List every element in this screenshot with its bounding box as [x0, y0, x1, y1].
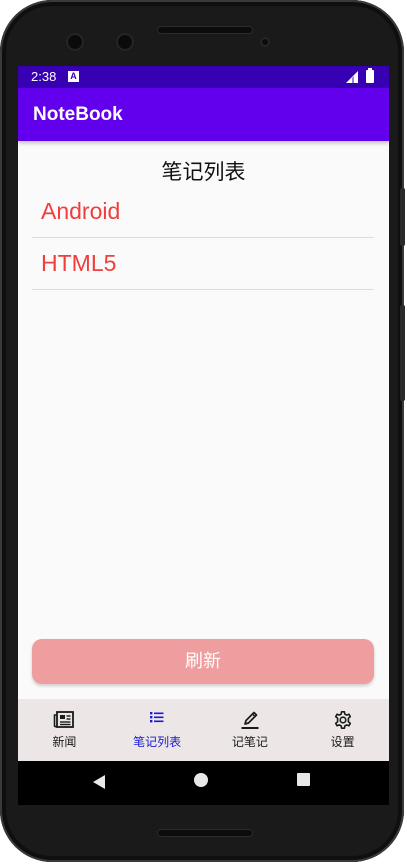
nav-item-settings[interactable]: 设置: [296, 699, 389, 761]
app-screen: 2:38 A NoteBook 笔记列表 Android HTML5 刷新 新闻…: [18, 66, 389, 786]
volume-button: [400, 305, 405, 401]
nav-label: 新闻: [52, 735, 77, 749]
earpiece-speaker: [157, 26, 253, 34]
pen-icon: [241, 711, 259, 729]
gear-icon: [334, 711, 351, 729]
signal-icon: [346, 71, 358, 83]
proximity-sensor-icon: [260, 37, 270, 47]
phone-frame: 2:38 A NoteBook 笔记列表 Android HTML5 刷新 新闻…: [0, 0, 405, 862]
system-navigation-bar: [18, 761, 389, 805]
newspaper-icon: [54, 711, 75, 728]
nav-item-note-list[interactable]: 笔记列表: [111, 699, 204, 761]
page-title: 笔记列表: [161, 160, 246, 184]
nav-label: 记笔记: [231, 735, 268, 749]
app-title: NoteBook: [33, 104, 123, 125]
nav-item-news[interactable]: 新闻: [18, 699, 111, 761]
front-camera-icon: [66, 33, 84, 51]
front-sensor-icon: [116, 33, 134, 51]
list-icon: [150, 712, 164, 723]
back-icon[interactable]: [93, 775, 105, 789]
home-icon[interactable]: [194, 773, 208, 787]
notification-icon: A: [68, 71, 79, 82]
note-title: Android: [41, 198, 121, 224]
refresh-button[interactable]: 刷新: [32, 639, 374, 684]
power-button: [400, 188, 405, 246]
app-bar: NoteBook: [18, 88, 389, 141]
status-time: 2:38: [31, 69, 57, 84]
note-list-item[interactable]: HTML5: [32, 238, 374, 290]
note-title: HTML5: [41, 250, 117, 276]
note-list-item[interactable]: Android: [32, 186, 374, 238]
status-bar: 2:38 A: [18, 66, 389, 88]
bottom-nav: 新闻 笔记列表 记笔记 设置: [18, 699, 389, 761]
bottom-speaker: [157, 829, 253, 837]
nav-item-write-note[interactable]: 记笔记: [204, 699, 297, 761]
recent-apps-icon[interactable]: [297, 773, 310, 786]
note-list: Android HTML5: [32, 186, 374, 290]
nav-label: 笔记列表: [133, 735, 182, 749]
battery-icon: [366, 68, 374, 83]
nav-label: 设置: [330, 735, 355, 749]
